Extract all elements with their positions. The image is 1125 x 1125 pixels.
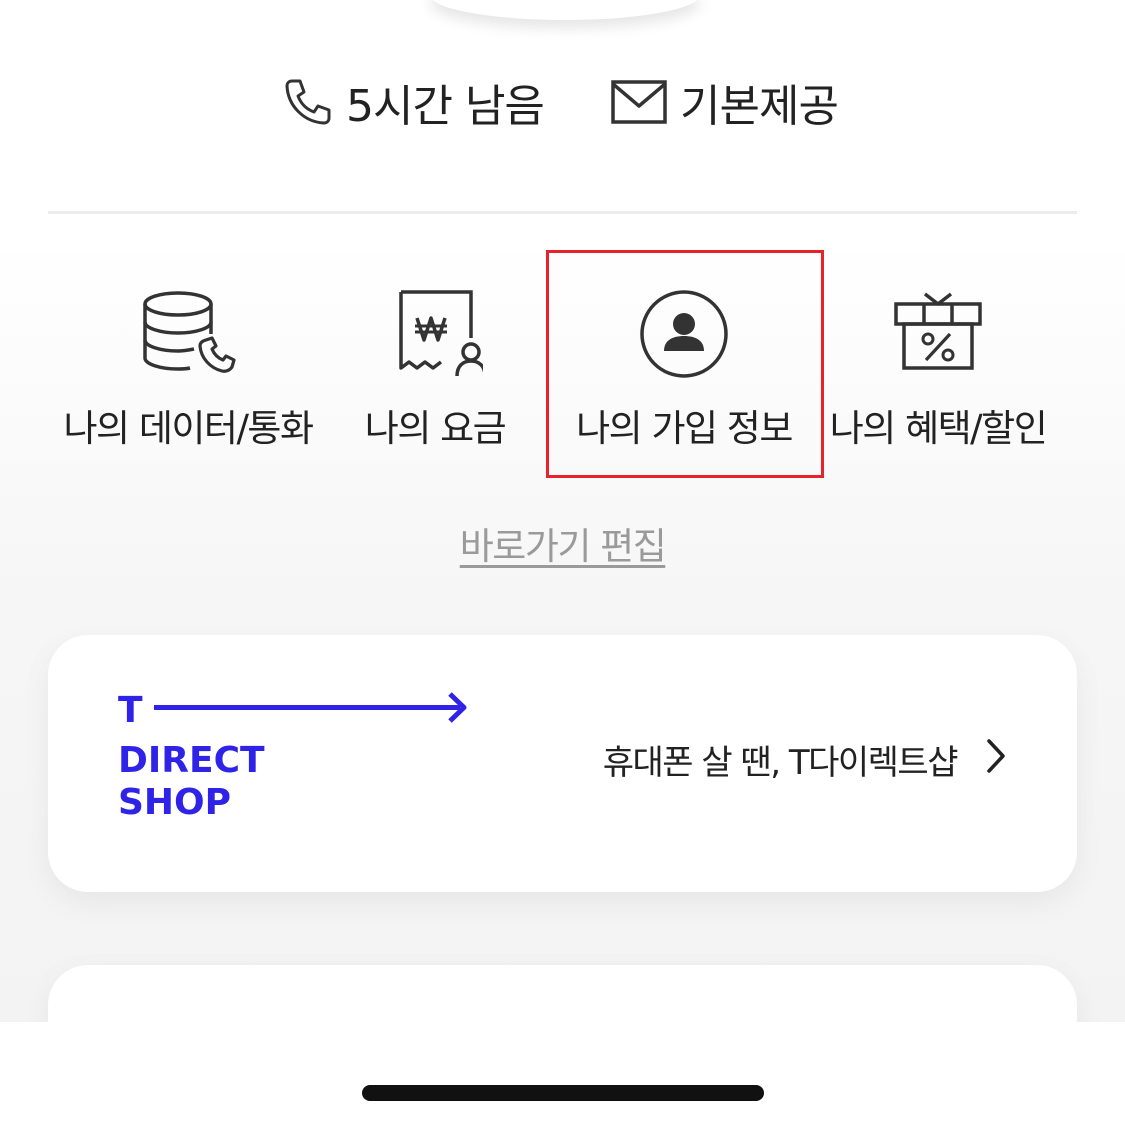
message-usage[interactable]: 기본제공	[610, 70, 839, 134]
shortcut-my-data-call[interactable]: 나의 데이터/통화	[60, 250, 316, 476]
shortcut-label: 나의 혜택/할인	[829, 407, 1048, 450]
edit-shortcuts-link[interactable]: 바로가기 편집	[0, 516, 1125, 570]
tdirect-shop-banner[interactable]: T DIRECT SHOP 휴대폰 살 땐, T다이렉트샵	[48, 635, 1077, 892]
tdirect-shop-logo: T DIRECT SHOP	[118, 690, 467, 823]
shortcut-my-bill[interactable]: 나의 요금	[350, 250, 520, 476]
section-divider	[48, 211, 1077, 214]
call-usage[interactable]: 5시간 남음	[282, 70, 545, 134]
won-receipt-icon	[399, 290, 483, 377]
envelope-icon	[611, 80, 667, 124]
logo-line-shop: SHOP	[118, 782, 231, 823]
selection-highlight	[546, 250, 824, 478]
chevron-right-icon	[987, 739, 1005, 773]
gift-percent-icon	[894, 292, 982, 370]
shortcut-label: 나의 요금	[364, 407, 507, 450]
logo-line-t: T	[118, 690, 143, 731]
bottom-safe-area	[0, 1022, 1125, 1125]
edit-shortcuts-label: 바로가기 편집	[459, 525, 667, 568]
tdirect-shop-text: 휴대폰 살 땐, T다이렉트샵	[602, 743, 959, 783]
shortcut-label: 나의 데이터/통화	[63, 407, 314, 450]
call-usage-text: 5시간 남음	[346, 81, 545, 132]
phone-icon	[285, 79, 331, 125]
usage-summary: 5시간 남음 기본제공	[0, 70, 1125, 134]
database-phone-icon	[143, 291, 236, 373]
home-indicator[interactable]	[362, 1085, 764, 1101]
message-usage-text: 기본제공	[680, 81, 839, 132]
shortcut-my-benefits-discounts[interactable]: 나의 혜택/할인	[828, 250, 1048, 476]
logo-line-direct: DIRECT	[118, 740, 265, 781]
